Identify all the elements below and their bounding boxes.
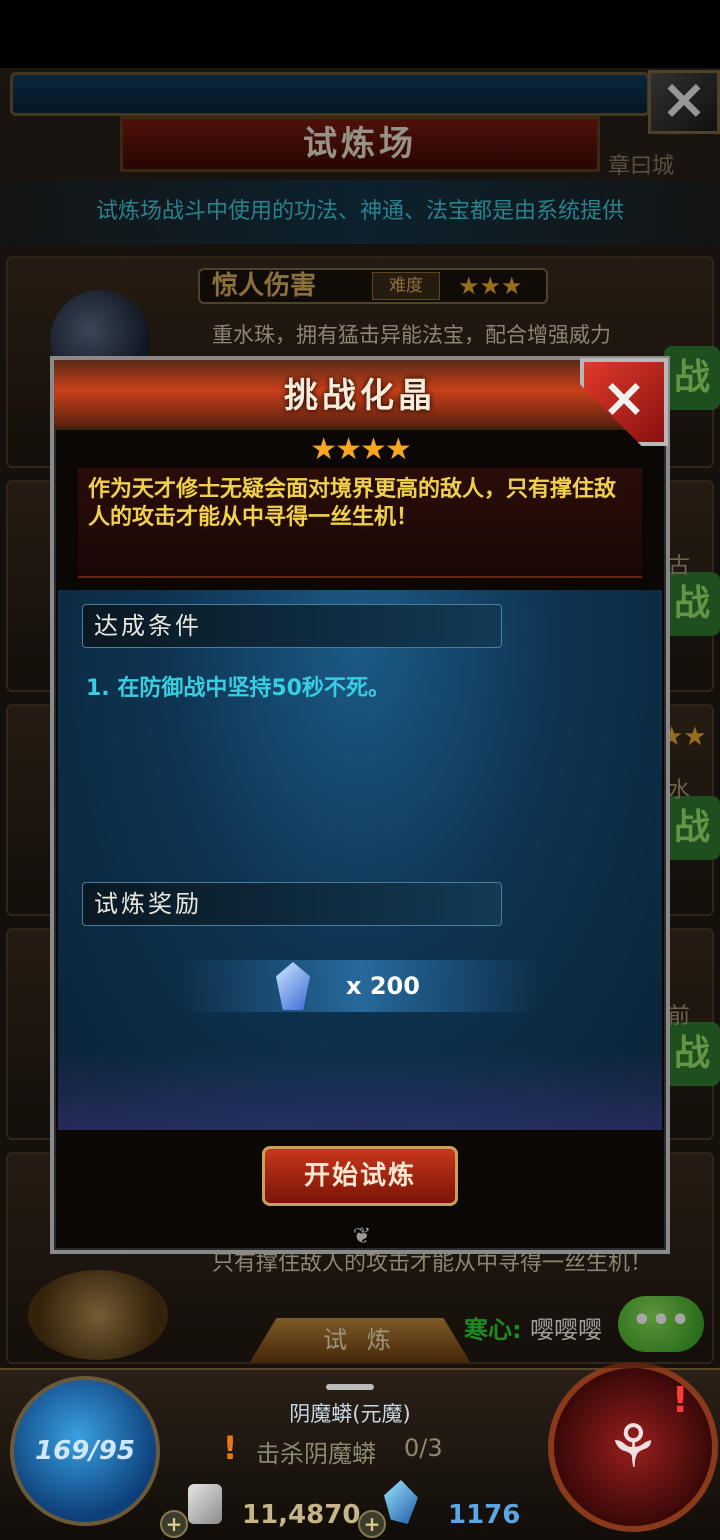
dialog-difficulty-stars: ★★★★ [310,432,412,467]
reward-quantity: x 200 [346,972,420,1000]
add-currency-button[interactable]: + [160,1510,188,1538]
dialog-title: 挑战化晶 [284,376,436,416]
compass-rune-icon: ⚘ [606,1412,660,1482]
alert-icon: ! [672,1380,689,1421]
drawer-handle[interactable] [326,1384,374,1390]
rewards-label: 试炼奖励 [94,890,202,918]
silver-icon [188,1484,222,1524]
start-trial-button[interactable]: 开始试炼 [262,1146,458,1206]
quest-title: 阴魔蟒(元魔) [289,1402,411,1426]
quest-objective[interactable]: 击杀阴魔蟒 [256,1434,376,1469]
add-currency-button[interactable]: + [358,1510,386,1538]
condition-item: 1. 在防御战中坚持50秒不死。 [86,676,390,701]
exclamation-icon: ! [222,1429,238,1467]
quest-progress: 0/3 [404,1434,443,1462]
dialog-description: 作为天才修士无疑会面对境界更高的敌人，只有撑住敌人的攻击才能从中寻得一丝生机！ [88,477,617,530]
level-orb-text: 169/95 [35,1436,135,1466]
crystal-amount: 1176 [448,1500,521,1530]
cloud-ornament-icon: ❦ [352,1224,372,1249]
silver-amount: 11,4870 [242,1500,361,1530]
conditions-label: 达成条件 [94,612,202,640]
status-bar-area [0,0,720,68]
